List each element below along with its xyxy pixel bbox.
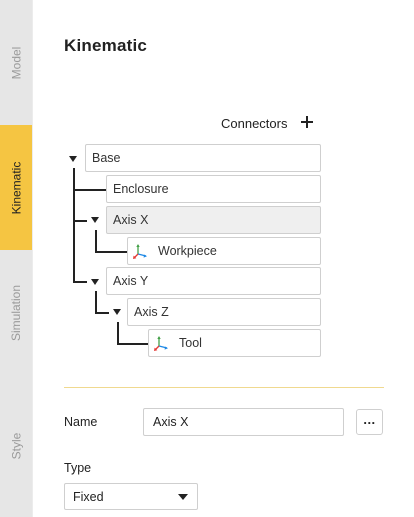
section-divider (64, 387, 384, 388)
tab-model-label: Model (9, 46, 23, 79)
expand-axis-z-toggle[interactable] (113, 309, 121, 315)
tree-node-base[interactable]: Base (85, 144, 321, 172)
name-label: Name (64, 415, 98, 429)
tab-style[interactable]: Style (0, 375, 32, 517)
more-options-button[interactable]: ... (356, 409, 383, 435)
tree-node-enclosure[interactable]: Enclosure (106, 175, 321, 203)
tree-line (95, 230, 97, 251)
add-connector-button[interactable] (297, 112, 317, 132)
expand-axis-y-toggle[interactable] (91, 279, 99, 285)
tree-line (73, 220, 87, 222)
tree-node-axis-y[interactable]: Axis Y (106, 267, 321, 295)
tree-node-label: Workpiece (158, 244, 217, 258)
page-title: Kinematic (64, 36, 148, 55)
tab-style-label: Style (9, 432, 23, 460)
tree-line (73, 281, 87, 283)
tree-node-workpiece[interactable]: Workpiece (127, 237, 321, 265)
type-select[interactable]: Fixed (64, 483, 198, 510)
tree-line (73, 168, 75, 282)
tree-node-label: Axis Z (134, 305, 169, 319)
type-label: Type (64, 461, 92, 475)
tree-node-label: Base (92, 151, 121, 165)
tree-node-label: Axis X (113, 213, 149, 227)
tree-line (73, 189, 106, 191)
tab-kinematic[interactable]: Kinematic (0, 125, 32, 250)
expand-axis-x-toggle[interactable] (91, 217, 99, 223)
tree-node-axis-x[interactable]: Axis X (106, 206, 321, 234)
tab-kinematic-label: Kinematic (9, 161, 23, 214)
tree-node-tool[interactable]: Tool (148, 329, 321, 357)
vertical-tab-bar: Model Kinematic Simulation Style (0, 0, 32, 517)
tree-line (95, 312, 109, 314)
tree-node-label: Enclosure (113, 182, 169, 196)
name-field[interactable] (143, 408, 344, 436)
tree-node-label: Axis Y (113, 274, 149, 288)
tree-line (95, 291, 97, 312)
tree-line (117, 322, 119, 343)
tab-model[interactable]: Model (0, 0, 32, 125)
connectors-label: Connectors (221, 116, 288, 131)
tree-line (117, 343, 149, 345)
tab-simulation[interactable]: Simulation (0, 250, 32, 375)
expand-base-toggle[interactable] (69, 156, 77, 162)
sidebar-divider (32, 0, 33, 517)
tree-node-label: Tool (179, 336, 202, 350)
tab-simulation-label: Simulation (9, 284, 23, 341)
tree-line (95, 251, 127, 253)
caret-down-icon (178, 494, 188, 500)
coordinate-axes-icon (154, 336, 168, 351)
coordinate-axes-icon (133, 244, 147, 259)
tree-node-axis-z[interactable]: Axis Z (127, 298, 321, 326)
type-select-value: Fixed (73, 489, 104, 504)
